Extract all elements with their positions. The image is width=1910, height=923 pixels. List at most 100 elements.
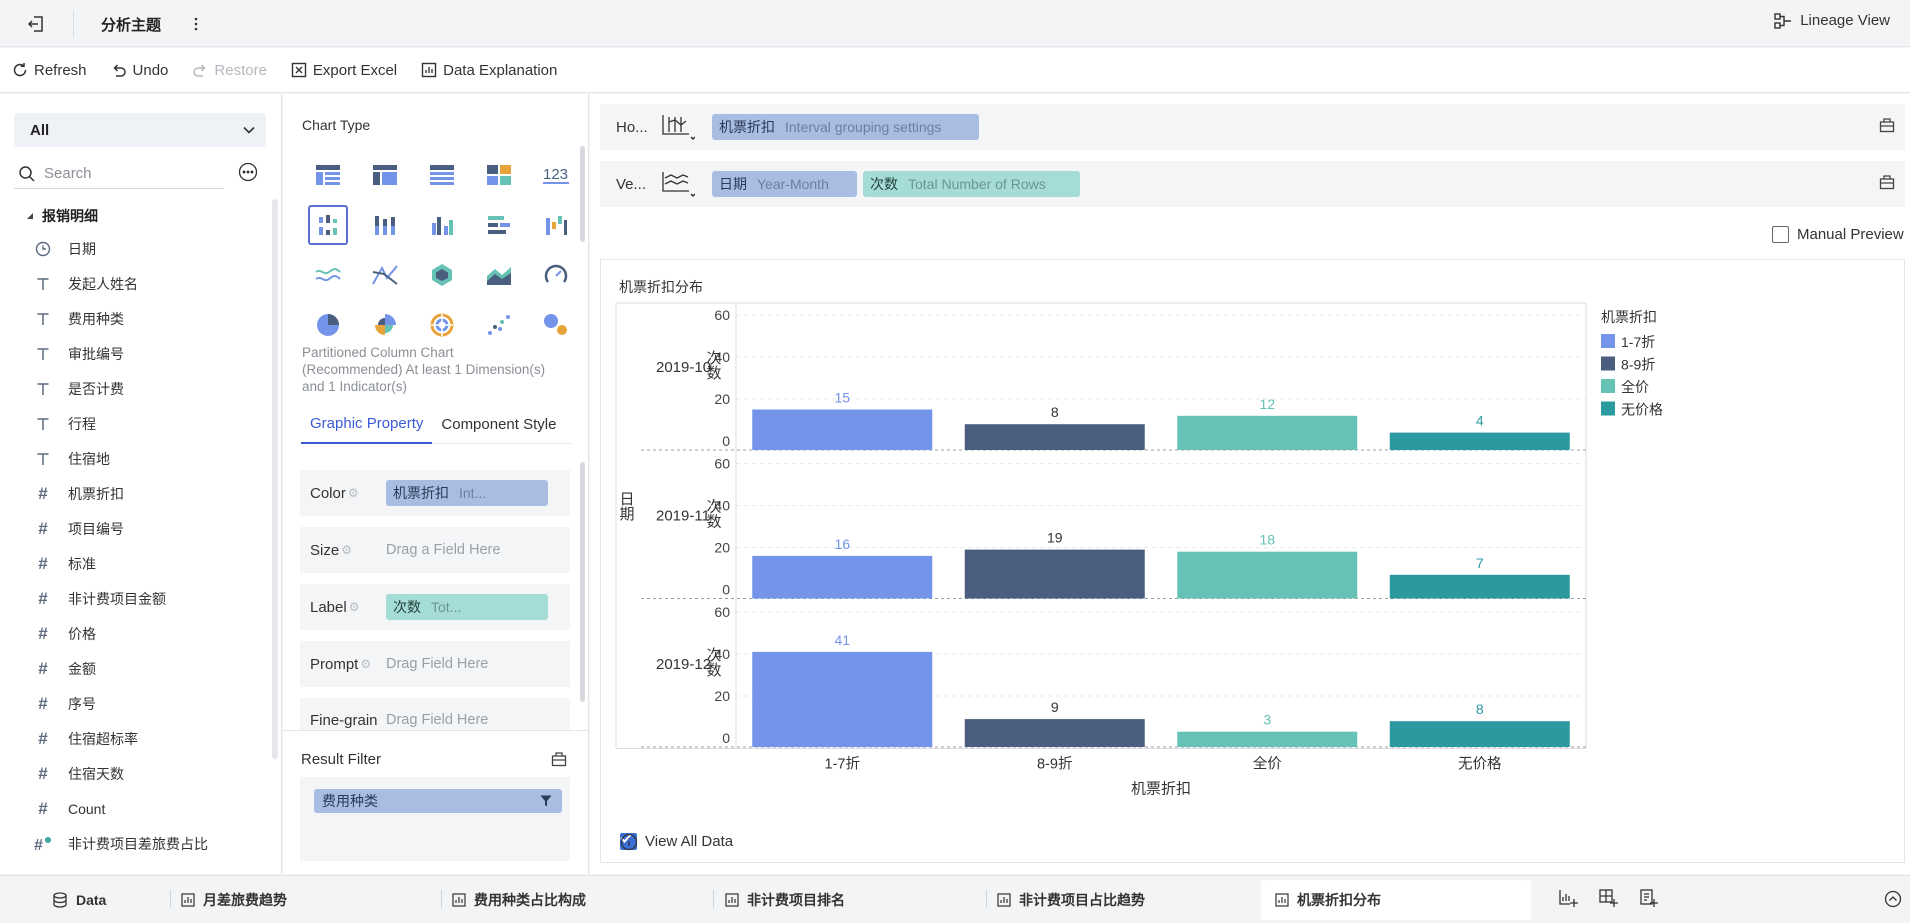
- stacked-column-icon[interactable]: [357, 200, 414, 250]
- lineage-view-button[interactable]: Lineage View: [1774, 12, 1890, 29]
- bar-8-9折: [964, 719, 1145, 747]
- partitioned-column-chart-icon[interactable]: [300, 200, 357, 250]
- field-item[interactable]: # 非计费项目金额: [0, 581, 270, 616]
- vertical-field-pill-date[interactable]: 日期 Year-Month: [712, 171, 857, 197]
- search-icon: [18, 165, 36, 183]
- horizontal-axis-icon[interactable]: [652, 104, 704, 150]
- more-options-icon[interactable]: [238, 162, 258, 182]
- field-item[interactable]: # 标准: [0, 546, 270, 581]
- restore-button[interactable]: Restore: [192, 62, 267, 79]
- bubble-chart-icon[interactable]: [527, 300, 584, 350]
- add-dashboard-icon[interactable]: [1598, 888, 1618, 908]
- result-filter-pill[interactable]: 费用种类: [314, 789, 562, 813]
- exit-icon[interactable]: [24, 12, 48, 36]
- number-type-icon: #: [38, 728, 48, 748]
- detail-table-icon[interactable]: [414, 150, 471, 200]
- add-report-icon[interactable]: [1638, 888, 1658, 908]
- undo-button[interactable]: Undo: [111, 62, 168, 79]
- field-item[interactable]: 发起人姓名: [0, 266, 270, 301]
- field-item[interactable]: # 价格: [0, 616, 270, 651]
- shelf-settings-icon[interactable]: [1879, 174, 1895, 190]
- sheet-tab-4[interactable]: 非计费项目占比趋势: [997, 876, 1145, 923]
- label-field-pill[interactable]: 次数 Tot...: [386, 594, 548, 620]
- shelf-settings-icon[interactable]: [1879, 117, 1895, 133]
- chart-type-scrollbar[interactable]: [580, 146, 585, 242]
- manual-preview-toggle[interactable]: Manual Preview: [1772, 226, 1904, 243]
- field-item[interactable]: # 非计费项目差旅费占比: [0, 826, 270, 861]
- dataset-select[interactable]: All: [14, 113, 266, 147]
- search-input[interactable]: [44, 165, 214, 182]
- cross-table-icon[interactable]: [357, 150, 414, 200]
- field-label: 费用种类: [68, 310, 124, 327]
- number-type-icon: #: [38, 588, 48, 608]
- field-list-scrollbar[interactable]: [272, 199, 278, 759]
- field-item[interactable]: 是否计费: [0, 371, 270, 406]
- manual-preview-checkbox[interactable]: [1772, 226, 1789, 243]
- y-tick-label: 20: [714, 540, 730, 556]
- filter-icon[interactable]: [540, 795, 552, 807]
- field-item[interactable]: # Count: [0, 791, 270, 826]
- property-scrollbar[interactable]: [580, 462, 585, 702]
- settings-icon[interactable]: ⚙: [360, 657, 371, 671]
- settings-icon[interactable]: ⚙: [348, 486, 359, 500]
- rose-chart-icon[interactable]: [357, 300, 414, 350]
- field-item[interactable]: 行程: [0, 406, 270, 441]
- tab-component-style[interactable]: Component Style: [432, 404, 565, 444]
- field-item[interactable]: # 金额: [0, 651, 270, 686]
- number-card-icon[interactable]: 123: [527, 150, 584, 200]
- grouped-column-icon[interactable]: [414, 200, 471, 250]
- field-item[interactable]: 费用种类: [0, 301, 270, 336]
- text-type-icon: [32, 417, 54, 431]
- sheet-tab-5-active[interactable]: 机票折扣分布: [1261, 880, 1531, 920]
- vertical-field-pill-count[interactable]: 次数 Total Number of Rows: [863, 171, 1080, 197]
- field-item[interactable]: # 项目编号: [0, 511, 270, 546]
- data-explanation-label: Data Explanation: [443, 61, 558, 79]
- waterfall-chart-icon[interactable]: [527, 200, 584, 250]
- field-item[interactable]: # 机票折扣: [0, 476, 270, 511]
- field-item[interactable]: # 住宿天数: [0, 756, 270, 791]
- field-item[interactable]: # 序号: [0, 686, 270, 721]
- combo-line-icon[interactable]: [357, 250, 414, 300]
- row-label: 2019-12: [656, 656, 711, 673]
- tab-graphic-property[interactable]: Graphic Property: [301, 404, 433, 444]
- scatter-chart-icon[interactable]: [470, 300, 527, 350]
- chart-sheet-icon: [1275, 893, 1289, 907]
- bar-chart-icon[interactable]: [470, 200, 527, 250]
- field-item[interactable]: # 住宿超标率: [0, 721, 270, 756]
- vertical-axis-icon[interactable]: [652, 161, 704, 207]
- view-all-data-toggle[interactable]: View All Data: [620, 833, 741, 851]
- table-chart-icon[interactable]: [300, 150, 357, 200]
- gauge-chart-icon[interactable]: [527, 250, 584, 300]
- line-chart-icon[interactable]: [300, 250, 357, 300]
- filter-settings-icon[interactable]: [551, 751, 567, 767]
- prompt-drop-zone[interactable]: Drag Field Here: [386, 656, 488, 672]
- result-filter-drop-zone[interactable]: 费用种类: [300, 777, 570, 861]
- sheet-tab-1[interactable]: 月差旅费趋势: [181, 876, 287, 923]
- multi-level-pie-icon[interactable]: [414, 300, 471, 350]
- horizontal-field-pill[interactable]: 机票折扣 Interval grouping settings: [712, 114, 979, 140]
- sheet-tab-3[interactable]: 非计费项目排名: [725, 876, 845, 923]
- sheet-tab-2[interactable]: 费用种类占比构成: [452, 876, 586, 923]
- size-drop-zone[interactable]: Drag a Field Here: [386, 542, 500, 558]
- more-vertical-icon[interactable]: [190, 12, 202, 36]
- data-explanation-button[interactable]: Data Explanation: [421, 62, 557, 79]
- refresh-button[interactable]: Refresh: [12, 62, 87, 79]
- area-chart-icon[interactable]: [470, 250, 527, 300]
- color-field-pill[interactable]: 机票折扣 Int...: [386, 480, 548, 506]
- collapse-icon[interactable]: [1884, 890, 1902, 908]
- add-chart-icon[interactable]: [1558, 888, 1578, 908]
- kpi-card-icon[interactable]: [470, 150, 527, 200]
- export-excel-button[interactable]: Export Excel: [291, 62, 397, 79]
- settings-icon[interactable]: ⚙: [349, 600, 360, 614]
- field-item[interactable]: 审批编号: [0, 336, 270, 371]
- fine-grain-drop-zone[interactable]: Drag Field Here: [386, 712, 488, 728]
- caret-down-icon: [26, 212, 34, 220]
- field-item[interactable]: 住宿地: [0, 441, 270, 476]
- pie-chart-icon[interactable]: [300, 300, 357, 350]
- label-property: Label ⚙ 次数 Tot...: [300, 584, 570, 630]
- field-item[interactable]: 日期: [0, 231, 270, 266]
- radar-chart-icon[interactable]: [414, 250, 471, 300]
- settings-icon[interactable]: ⚙: [341, 543, 352, 557]
- field-group-header[interactable]: 报销明细: [26, 206, 98, 226]
- data-tab[interactable]: Data: [52, 876, 106, 923]
